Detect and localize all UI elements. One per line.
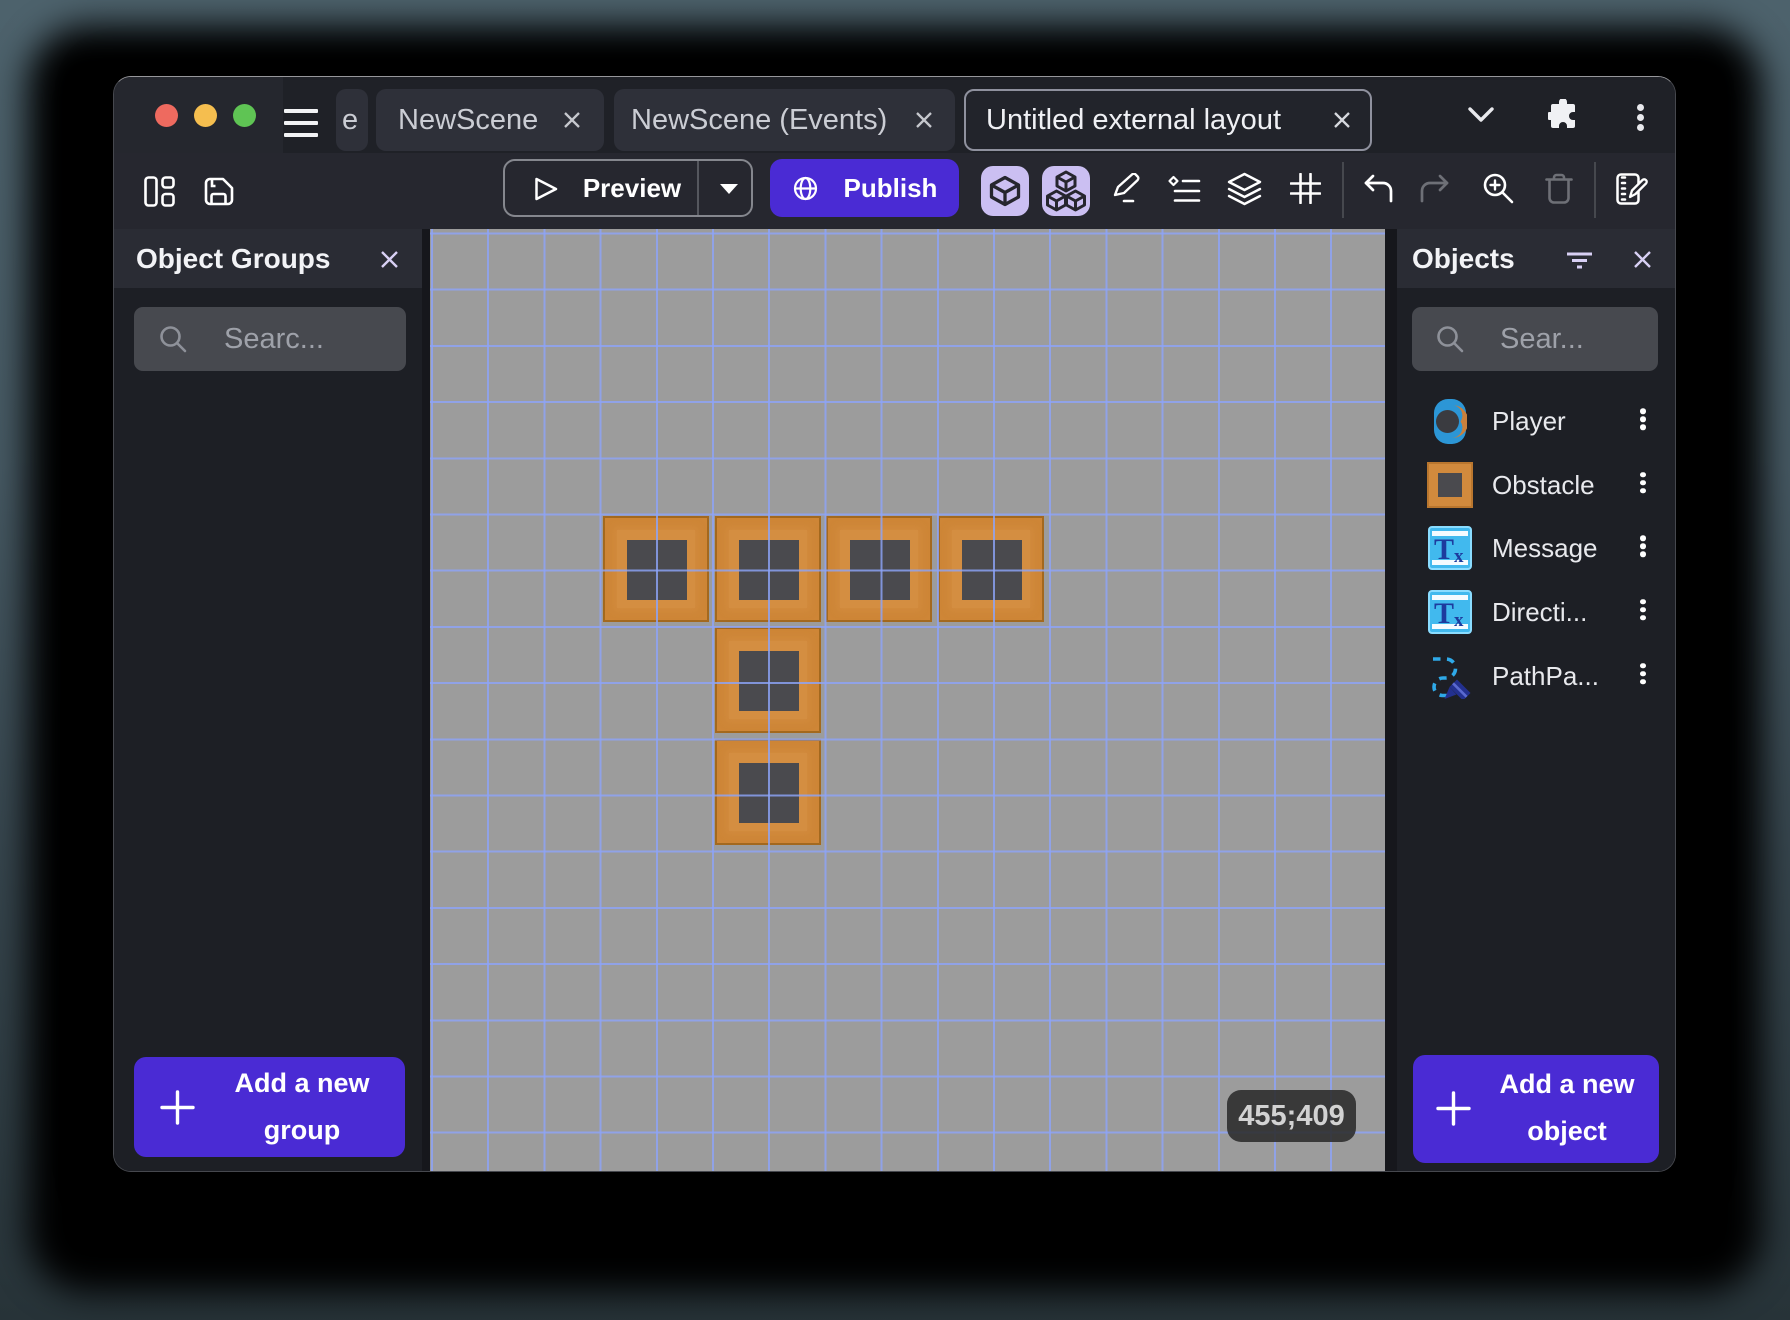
svg-text:T: T	[1434, 533, 1454, 566]
svg-text:x: x	[1454, 546, 1464, 567]
svg-text:x: x	[1454, 610, 1464, 631]
svg-text:T: T	[1434, 597, 1454, 630]
